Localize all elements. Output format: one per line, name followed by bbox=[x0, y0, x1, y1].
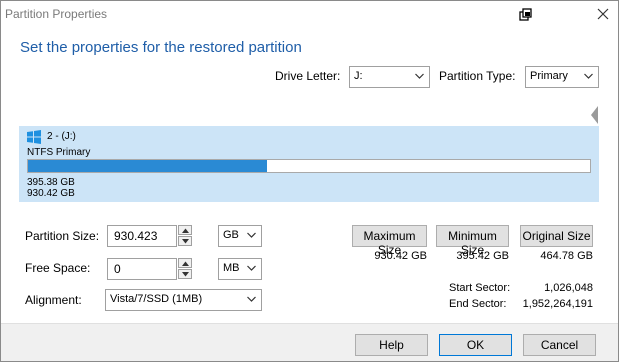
partition-map-panel[interactable]: 2 - (J:) NTFS Primary 395.38 GB 930.42 G… bbox=[19, 126, 599, 202]
decrement-button[interactable] bbox=[178, 269, 192, 279]
original-size-button[interactable]: Original Size bbox=[520, 225, 593, 247]
alignment-label: Alignment: bbox=[25, 293, 82, 307]
chevron-down-icon bbox=[247, 232, 256, 238]
partition-size-label: Partition Size: bbox=[25, 229, 100, 243]
drive-letter-select[interactable]: J: bbox=[349, 66, 430, 88]
page-title: Set the properties for the restored part… bbox=[20, 39, 302, 56]
help-button[interactable]: Help bbox=[355, 334, 428, 356]
partition-size-unit: GB bbox=[223, 229, 239, 241]
free-space-unit: MB bbox=[223, 262, 240, 274]
partition-size-unit-select[interactable]: GB bbox=[218, 225, 262, 247]
ok-button[interactable]: OK bbox=[439, 334, 512, 356]
free-space-unit-select[interactable]: MB bbox=[218, 258, 262, 280]
close-icon[interactable] bbox=[596, 7, 610, 21]
increment-button[interactable] bbox=[178, 258, 192, 268]
title-bar: Partition Properties bbox=[1, 1, 618, 29]
minimum-size-button[interactable]: Minimum Size bbox=[436, 225, 509, 257]
alignment-select[interactable]: Vista/7/SSD (1MB) bbox=[105, 289, 262, 311]
partition-type-value: Primary bbox=[530, 70, 568, 82]
original-size-value: 464.78 GB bbox=[540, 250, 593, 262]
partition-usage-bar bbox=[27, 159, 591, 173]
alignment-value: Vista/7/SSD (1MB) bbox=[110, 293, 203, 305]
window-title: Partition Properties bbox=[5, 7, 108, 21]
free-space-input[interactable]: 0 bbox=[107, 258, 177, 280]
increment-button[interactable] bbox=[178, 225, 192, 235]
end-sector-value: 1,952,264,191 bbox=[522, 298, 593, 310]
collapse-arrow-icon[interactable] bbox=[589, 105, 599, 125]
chevron-down-icon bbox=[247, 265, 256, 271]
cancel-button[interactable]: Cancel bbox=[523, 334, 596, 356]
chevron-down-icon bbox=[584, 73, 593, 79]
partition-usage-fill bbox=[28, 160, 267, 172]
free-space-label: Free Space: bbox=[25, 261, 91, 275]
partition-total-size: 930.42 GB bbox=[27, 188, 75, 199]
partition-type-label: Partition Type: bbox=[439, 69, 516, 83]
drive-letter-label: Drive Letter: bbox=[275, 69, 341, 83]
partition-name: 2 - (J:) bbox=[47, 131, 76, 142]
partition-filesystem: NTFS Primary bbox=[27, 147, 91, 158]
maximum-size-button[interactable]: Maximum Size bbox=[352, 225, 427, 257]
partition-size-stepper[interactable] bbox=[178, 225, 194, 247]
chevron-down-icon bbox=[247, 296, 256, 302]
restore-window-icon[interactable] bbox=[519, 8, 533, 22]
decrement-button[interactable] bbox=[178, 236, 192, 246]
dialog-footer: Help OK Cancel bbox=[1, 323, 618, 361]
end-sector-label: End Sector: bbox=[449, 298, 507, 310]
drive-letter-value: J: bbox=[354, 70, 363, 82]
chevron-down-icon bbox=[415, 73, 424, 79]
free-space-stepper[interactable] bbox=[178, 258, 194, 280]
maximum-size-value: 930.42 GB bbox=[374, 250, 427, 262]
partition-used-size: 395.38 GB bbox=[27, 177, 75, 188]
partition-size-input[interactable]: 930.423 bbox=[107, 225, 177, 247]
partition-type-select[interactable]: Primary bbox=[525, 66, 599, 88]
start-sector-value: 1,026,048 bbox=[544, 282, 593, 294]
partition-properties-dialog: Partition Properties Set the properties … bbox=[0, 0, 619, 362]
windows-logo-icon bbox=[27, 130, 41, 144]
minimum-size-value: 395.42 GB bbox=[456, 250, 509, 262]
